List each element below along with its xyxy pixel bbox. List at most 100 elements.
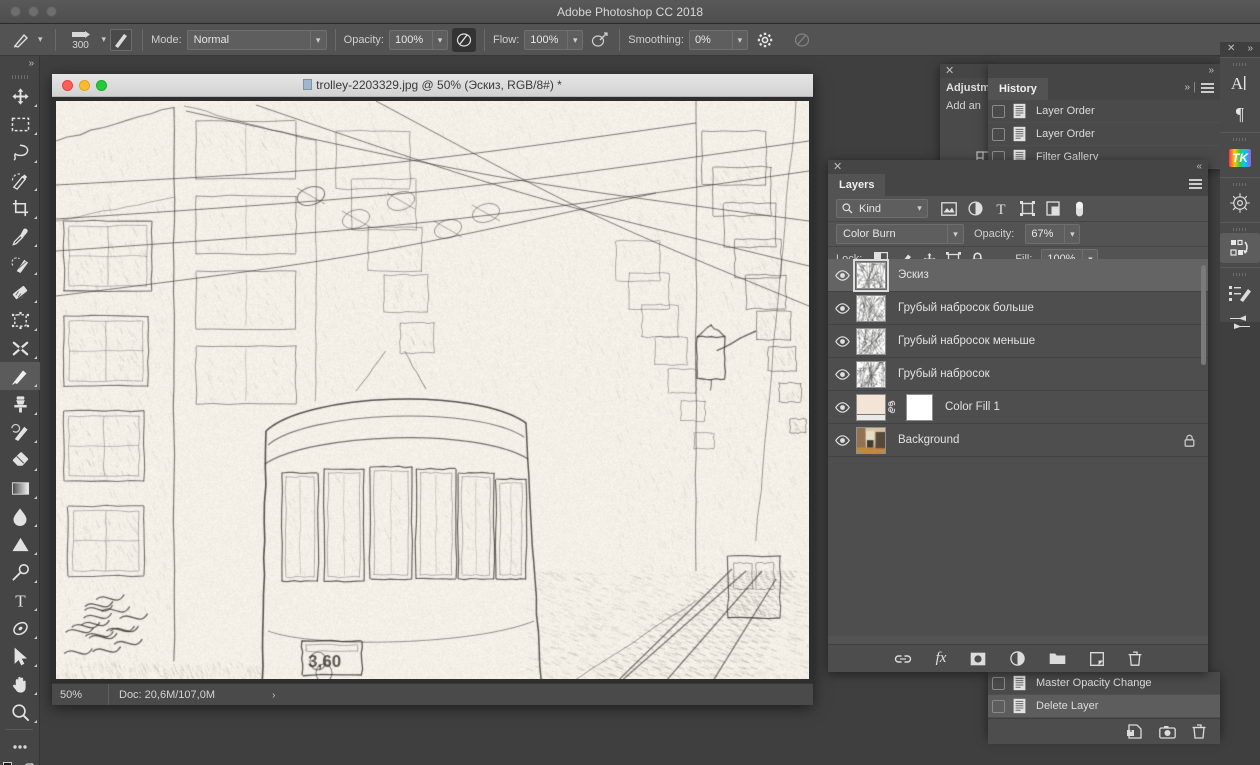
- rail-group-grip-1[interactable]: [1220, 60, 1260, 68]
- brush-tool-indicator-icon[interactable]: [8, 30, 34, 50]
- history-item[interactable]: Layer Order: [988, 123, 1220, 146]
- history-item-list-lower[interactable]: Master Opacity Change Delete Layer: [988, 672, 1220, 718]
- opacity-chevron-icon[interactable]: ▾: [432, 31, 447, 49]
- rail-close-icon[interactable]: ✕: [1227, 43, 1235, 54]
- history-item[interactable]: Layer Order: [988, 100, 1220, 123]
- layer-visibility-toggle[interactable]: [828, 424, 856, 457]
- sidebar-item-clone-stamp-tool[interactable]: [0, 390, 40, 418]
- sidebar-item-content-aware-move-tool[interactable]: [0, 306, 40, 334]
- history-state-checkbox[interactable]: [992, 128, 1005, 141]
- layer-thumbnail[interactable]: [856, 328, 886, 355]
- layer-visibility-toggle[interactable]: [828, 325, 856, 358]
- sidebar-item-red-eye-tool[interactable]: [0, 334, 40, 362]
- brush-size-chevron-icon[interactable]: ▾: [102, 34, 107, 45]
- layer-thumbnail[interactable]: [856, 361, 886, 388]
- tools-drag-grip[interactable]: [0, 72, 39, 82]
- layers-panel-menu-icon[interactable]: [1189, 179, 1202, 191]
- smoothing-input[interactable]: 0% ▾: [689, 30, 748, 50]
- tab-layers[interactable]: Layers: [828, 174, 885, 196]
- layer-thumbnail[interactable]: [856, 427, 886, 454]
- rail-group-grip-2[interactable]: [1220, 135, 1260, 143]
- layer-visibility-toggle[interactable]: [828, 259, 856, 292]
- sidebar-item-dodge-tool[interactable]: [0, 530, 40, 558]
- rail-group-grip-3[interactable]: [1220, 180, 1260, 188]
- smoothing-options-gear-icon[interactable]: [754, 29, 776, 51]
- new-layer-icon[interactable]: [1090, 652, 1104, 666]
- layer-style-icon[interactable]: fx: [936, 650, 947, 667]
- flow-chevron-icon[interactable]: ▾: [567, 31, 582, 49]
- layer-filter-chevron-icon[interactable]: ▾: [912, 203, 927, 214]
- sidebar-item-eyedropper-tool[interactable]: [0, 222, 40, 250]
- tab-history[interactable]: History: [988, 78, 1048, 100]
- smoothing-chevron-icon[interactable]: ▾: [732, 31, 747, 49]
- sidebar-item-type-tool[interactable]: T: [0, 586, 40, 614]
- sidebar-item-hand-tool[interactable]: [0, 670, 40, 698]
- create-snapshot-icon[interactable]: [1159, 725, 1176, 739]
- status-menu-arrow-icon[interactable]: ›: [268, 690, 275, 701]
- tools-collapse-button[interactable]: »: [0, 56, 39, 72]
- layer-thumbnail[interactable]: [856, 295, 886, 322]
- layer-mask-link-icon[interactable]: [888, 400, 904, 414]
- sidebar-item-eraser-tool[interactable]: [0, 446, 40, 474]
- canvas-area[interactable]: [56, 101, 809, 679]
- brush-presets-panel-icon[interactable]: [1220, 278, 1260, 308]
- blend-mode-chevron-icon[interactable]: ▾: [310, 31, 326, 49]
- blend-mode-select[interactable]: Normal ▾: [187, 30, 327, 50]
- color-mode-controls[interactable]: [0, 761, 39, 765]
- filter-toggle-icon[interactable]: [1066, 198, 1092, 220]
- history-item-list[interactable]: Layer Order Layer Order Filter Gallery: [988, 100, 1220, 169]
- layers-close-icon[interactable]: ✕: [833, 161, 842, 173]
- sidebar-item-brush-tool[interactable]: [0, 362, 40, 390]
- flow-input[interactable]: 100% ▾: [524, 30, 583, 50]
- history-item[interactable]: Delete Layer: [988, 695, 1220, 718]
- layer-row[interactable]: Грубый набросок: [828, 358, 1208, 391]
- layer-opacity-chevron-icon[interactable]: ▾: [1064, 225, 1079, 243]
- layer-mask-icon[interactable]: [970, 652, 986, 666]
- sidebar-item-patch-tool[interactable]: [0, 278, 40, 306]
- sidebar-item-quick-selection-tool[interactable]: [0, 166, 40, 194]
- layer-row[interactable]: Background: [828, 424, 1208, 457]
- sidebar-item-direct-selection-tool[interactable]: [0, 642, 40, 670]
- zoom-level-field[interactable]: 50%: [52, 689, 108, 701]
- new-adjustment-layer-icon[interactable]: [1010, 651, 1025, 666]
- adjustment-filter-icon[interactable]: [962, 198, 988, 220]
- tk-actions-panel-icon[interactable]: TK: [1220, 143, 1260, 173]
- delete-history-state-icon[interactable]: [1192, 724, 1206, 739]
- sidebar-item-move-tool[interactable]: [0, 82, 40, 110]
- sidebar-item-pen-tool[interactable]: [0, 558, 40, 586]
- shape-filter-icon[interactable]: [1014, 198, 1040, 220]
- rail-group-grip-4[interactable]: [1220, 225, 1260, 233]
- history-state-checkbox[interactable]: [992, 700, 1005, 713]
- delete-layer-icon[interactable]: [1128, 651, 1142, 666]
- layer-row[interactable]: Грубый набросок больше: [828, 292, 1208, 325]
- sidebar-item-crop-tool[interactable]: [0, 194, 40, 222]
- history-collapse-icon[interactable]: »: [1208, 65, 1214, 77]
- sidebar-item-path-selection-tool[interactable]: [0, 614, 40, 642]
- brush-preset-chevron-icon[interactable]: ▾: [38, 34, 43, 45]
- pixel-filter-icon[interactable]: [936, 198, 962, 220]
- brush-settings-panel-icon[interactable]: [1220, 308, 1260, 338]
- new-group-icon[interactable]: [1049, 652, 1066, 665]
- brush-size-preview[interactable]: 300: [64, 25, 98, 55]
- layer-thumbnail[interactable]: [856, 262, 886, 289]
- layer-thumbnail[interactable]: [856, 394, 886, 421]
- layer-visibility-toggle[interactable]: [828, 391, 856, 424]
- character-panel-icon[interactable]: A: [1220, 68, 1260, 98]
- brush-panel-toggle-button[interactable]: [110, 29, 132, 51]
- sidebar-item-edit-toolbar[interactable]: [0, 733, 40, 761]
- layers-scrollbar[interactable]: [1201, 265, 1206, 365]
- sidebar-item-lasso-tool[interactable]: [0, 138, 40, 166]
- smart-object-filter-icon[interactable]: [1040, 198, 1066, 220]
- airbrush-toggle-button[interactable]: [587, 28, 611, 52]
- actions-panel-icon[interactable]: [1220, 233, 1260, 263]
- layer-filter-kind-select[interactable]: Kind ▾: [836, 199, 928, 218]
- 3d-panel-icon[interactable]: [1220, 188, 1260, 218]
- opacity-input[interactable]: 100% ▾: [389, 30, 448, 50]
- rail-group-grip-5[interactable]: [1220, 270, 1260, 278]
- pressure-opacity-toggle-button[interactable]: [452, 28, 476, 52]
- layer-visibility-toggle[interactable]: [828, 292, 856, 325]
- create-document-from-state-icon[interactable]: [1127, 724, 1143, 739]
- sidebar-item-blur-tool[interactable]: [0, 502, 40, 530]
- sidebar-item-zoom-tool[interactable]: [0, 698, 40, 726]
- rail-expand-icon[interactable]: »: [1247, 43, 1253, 54]
